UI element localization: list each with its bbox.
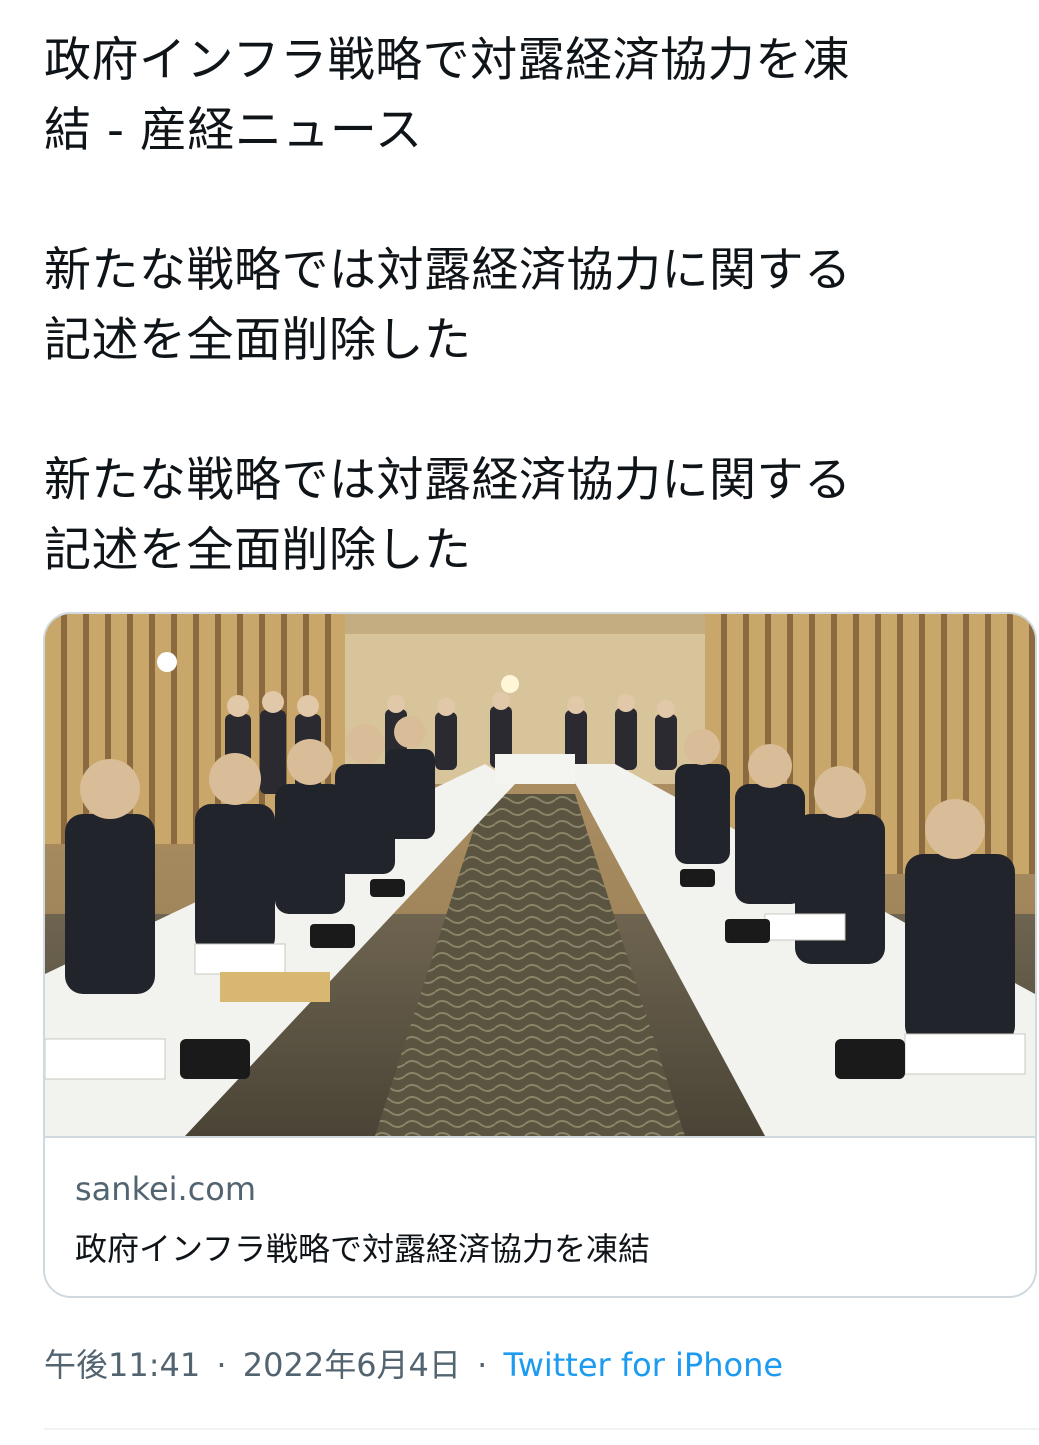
tweet: 政府インフラ戦略で対露経済協力を凍 結 - 産経ニュース 新たな戦略では対露経済… xyxy=(0,0,1039,1445)
tweet-date[interactable]: 2022年6月4日 xyxy=(243,1346,461,1384)
meeting-photo-icon xyxy=(45,614,1035,1136)
meta-separator: · xyxy=(216,1346,227,1384)
tweet-paragraph-2: 新たな戦略では対露経済協力に関する 記述を全面削除した xyxy=(44,243,852,368)
card-title[interactable]: 政府インフラ戦略で対露経済協力を凍結 xyxy=(75,1224,650,1270)
card-image[interactable] xyxy=(45,614,1035,1138)
meta-separator: · xyxy=(477,1346,488,1384)
tweet-paragraph-1: 政府インフラ戦略で対露経済協力を凍 結 - 産経ニュース xyxy=(44,33,851,158)
tweet-paragraph-3: 新たな戦略では対露経済協力に関する 記述を全面削除した xyxy=(44,453,852,578)
link-card[interactable]: sankei.com 政府インフラ戦略で対露経済協力を凍結 xyxy=(43,612,1037,1298)
tweet-meta: 午後11:41 · 2022年6月4日 · Twitter for iPhone xyxy=(44,1340,783,1386)
tweet-source[interactable]: Twitter for iPhone xyxy=(503,1346,783,1384)
card-domain[interactable]: sankei.com xyxy=(75,1170,256,1208)
tweet-text: 政府インフラ戦略で対露経済協力を凍 結 - 産経ニュース 新たな戦略では対露経済… xyxy=(44,26,1034,586)
tweet-time[interactable]: 午後11:41 xyxy=(44,1346,200,1384)
divider xyxy=(44,1428,1039,1430)
